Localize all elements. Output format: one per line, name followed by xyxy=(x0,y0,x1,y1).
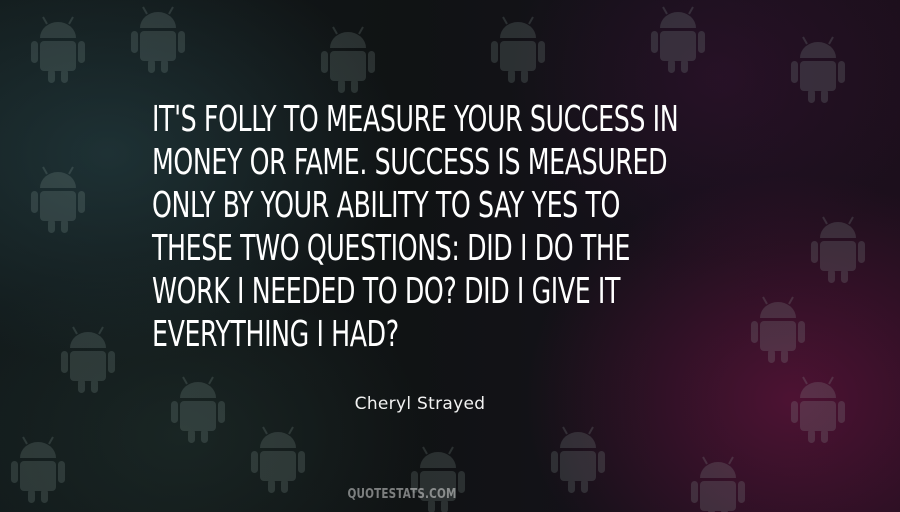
quote-line: It's folly to measure your success in xyxy=(152,99,679,140)
quote-line: everything I had? xyxy=(152,314,399,355)
quote-text: It's folly to measure your success in mo… xyxy=(152,98,679,356)
quote-line: only by your ability to say yes to xyxy=(152,185,620,226)
quote-author: Cheryl Strayed xyxy=(354,394,486,414)
quote-line: money or fame. Success is measured xyxy=(152,142,668,183)
site-watermark: QUOTESTATS.COM xyxy=(347,487,457,502)
quote-line: work I needed to do? Did I give it xyxy=(152,271,620,312)
quote-image: It's folly to measure your success in mo… xyxy=(0,0,900,512)
quote-line: these two questions: Did I do the xyxy=(152,228,631,269)
